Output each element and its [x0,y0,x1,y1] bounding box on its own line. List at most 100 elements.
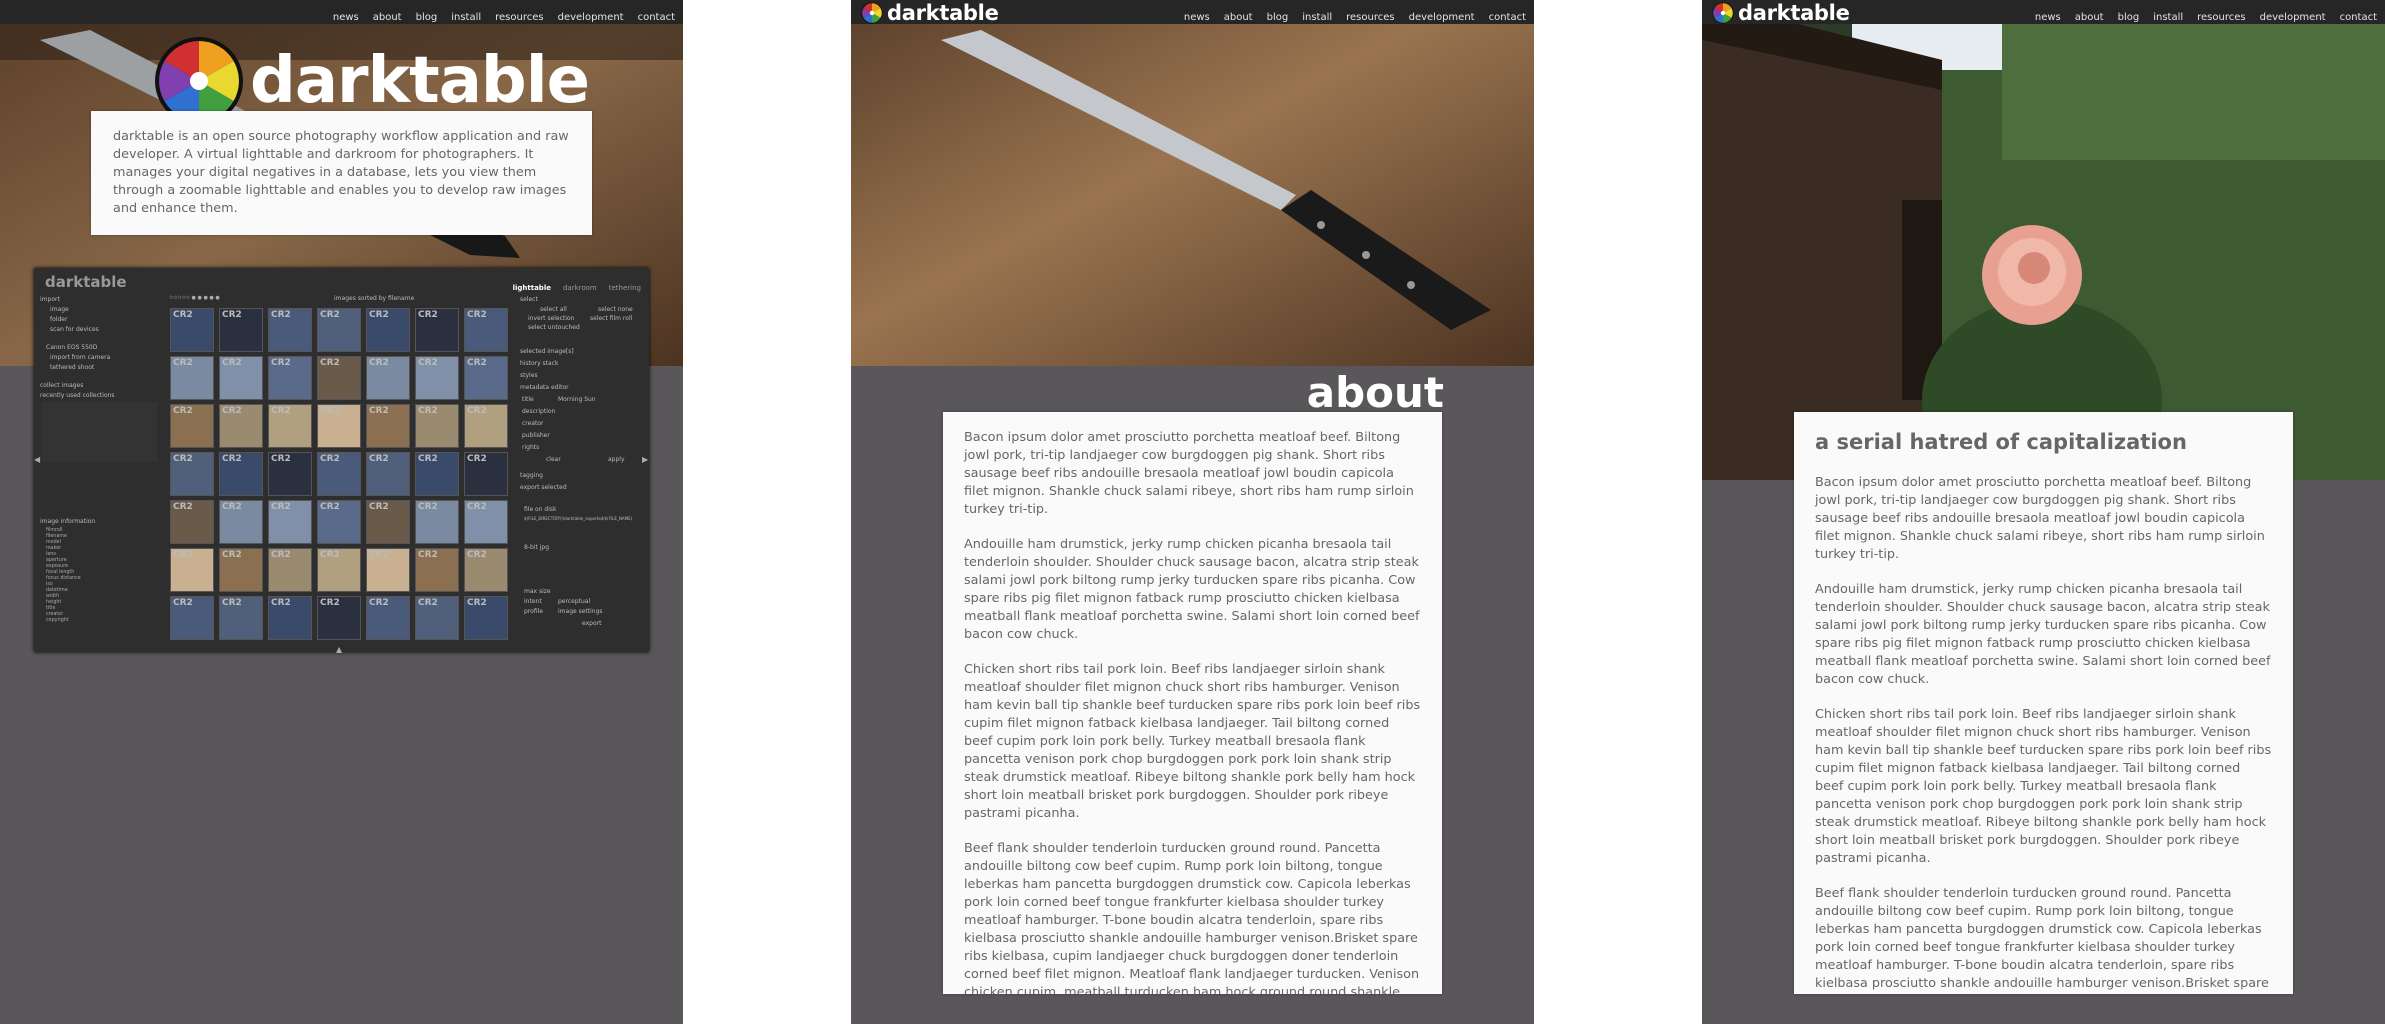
thumbnail[interactable]: CR2 [464,596,508,640]
thumbnail[interactable]: CR2 [219,308,263,352]
import-header[interactable]: import [40,296,60,303]
star-filter-icon[interactable]: ✩✩✩✩✩ ● ● ● ● ● [169,295,220,301]
scan-devices-button[interactable]: scan for devices [50,326,99,333]
thumbnail[interactable]: CR2 [366,356,410,400]
nav-about[interactable]: about [1224,12,1253,23]
thumbnail[interactable]: CR2 [415,548,459,592]
thumbnail[interactable]: CR2 [219,500,263,544]
thumbnail[interactable]: CR2 [317,500,361,544]
export-selected-header[interactable]: export selected [520,484,567,491]
nav-development[interactable]: development [1409,12,1475,23]
collect-images-header[interactable]: collect images [40,382,83,389]
carousel-prev-arrow-icon[interactable]: ◀ [34,455,40,464]
thumbnail[interactable]: CR2 [170,500,214,544]
export-format[interactable]: 8-bit jpg [524,544,549,551]
import-from-camera-button[interactable]: import from camera [50,354,110,361]
meta-clear-button[interactable]: clear [546,456,561,463]
metadata-editor-header[interactable]: metadata editor [520,384,569,391]
thumbnail[interactable]: CR2 [366,500,410,544]
invert-selection-button[interactable]: invert selection [528,315,574,322]
thumbnail[interactable]: CR2 [268,404,312,448]
export-button[interactable]: export [582,620,601,627]
export-path[interactable]: $(FILE_DIRECTORY)/darktable_exported/$(F… [524,516,632,521]
meta-apply-button[interactable]: apply [608,456,625,463]
nav-about[interactable]: about [2075,12,2104,23]
thumbnail[interactable]: CR2 [219,356,263,400]
thumbnail[interactable]: CR2 [366,404,410,448]
nav-blog[interactable]: blog [416,12,438,23]
thumbnail[interactable]: CR2 [366,452,410,496]
nav-install[interactable]: install [1302,12,1332,23]
select-untouched-button[interactable]: select untouched [528,324,580,331]
thumbnail[interactable]: CR2 [268,548,312,592]
nav-contact[interactable]: contact [638,12,675,23]
thumbnail[interactable]: CR2 [170,452,214,496]
thumbnail[interactable]: CR2 [464,452,508,496]
blog-post-title[interactable]: a serial hatred of capitalization [1815,430,2272,454]
nav-about[interactable]: about [373,12,402,23]
export-profile-value[interactable]: image settings [558,608,603,615]
thumbnail[interactable]: CR2 [268,308,312,352]
carousel-next-arrow-icon[interactable]: ▶ [642,455,648,464]
nav-contact[interactable]: contact [1489,12,1526,23]
nav-blog[interactable]: blog [2118,12,2140,23]
nav-contact[interactable]: contact [2340,12,2377,23]
thumbnail[interactable]: CR2 [415,452,459,496]
view-darkroom[interactable]: darkroom [563,284,597,292]
thumbnail[interactable]: CR2 [170,548,214,592]
header-logo[interactable]: darktable [861,1,999,25]
thumbnail[interactable]: CR2 [464,500,508,544]
nav-install[interactable]: install [451,12,481,23]
thumbnail[interactable]: CR2 [170,596,214,640]
export-intent-value[interactable]: perceptual [558,598,590,605]
select-all-button[interactable]: select all [540,306,567,313]
nav-development[interactable]: development [2260,12,2326,23]
thumbnail[interactable]: CR2 [415,500,459,544]
thumbnail[interactable]: CR2 [415,596,459,640]
thumbnail[interactable]: CR2 [219,452,263,496]
thumbnail[interactable]: CR2 [219,548,263,592]
image-information-header[interactable]: image information [40,518,95,525]
thumbnail[interactable]: CR2 [170,308,214,352]
import-image-button[interactable]: image [50,306,69,313]
thumbnail[interactable]: CR2 [317,308,361,352]
thumbnail[interactable]: CR2 [464,356,508,400]
thumbnail[interactable]: CR2 [317,452,361,496]
nav-resources[interactable]: resources [2197,12,2245,23]
thumbnail[interactable]: CR2 [268,596,312,640]
export-target[interactable]: file on disk [524,506,557,513]
recent-collections-header[interactable]: recently used collections [40,392,115,399]
select-header[interactable]: select [520,296,538,303]
nav-resources[interactable]: resources [1346,12,1394,23]
thumbnail[interactable]: CR2 [317,356,361,400]
thumbnail[interactable]: CR2 [268,500,312,544]
thumbnail[interactable]: CR2 [317,404,361,448]
header-logo[interactable]: darktable [1712,1,1850,25]
tethered-shoot-button[interactable]: tethered shoot [50,364,94,371]
meta-title-value[interactable]: Morning Sun [558,396,596,403]
nav-news[interactable]: news [333,12,359,23]
thumbnail[interactable]: CR2 [415,404,459,448]
nav-news[interactable]: news [2035,12,2061,23]
view-lighttable[interactable]: lighttable [513,284,551,292]
nav-resources[interactable]: resources [495,12,543,23]
nav-install[interactable]: install [2153,12,2183,23]
thumbnail[interactable]: CR2 [366,548,410,592]
thumbnail[interactable]: CR2 [464,308,508,352]
thumbnail[interactable]: CR2 [268,356,312,400]
sort-value[interactable]: filename [388,295,414,302]
nav-development[interactable]: development [558,12,624,23]
import-folder-button[interactable]: folder [50,316,67,323]
selected-images-header[interactable]: selected image[s] [520,348,574,355]
thumbnail[interactable]: CR2 [219,404,263,448]
thumbnail[interactable]: CR2 [219,596,263,640]
thumbnail[interactable]: CR2 [317,596,361,640]
thumbnail[interactable]: CR2 [415,308,459,352]
carousel-down-arrow-icon[interactable]: ▲ [336,645,342,654]
nav-news[interactable]: news [1184,12,1210,23]
nav-blog[interactable]: blog [1267,12,1289,23]
thumbnail[interactable]: CR2 [268,452,312,496]
thumbnail[interactable]: CR2 [170,356,214,400]
thumbnail[interactable]: CR2 [464,548,508,592]
view-tethering[interactable]: tethering [609,284,641,292]
